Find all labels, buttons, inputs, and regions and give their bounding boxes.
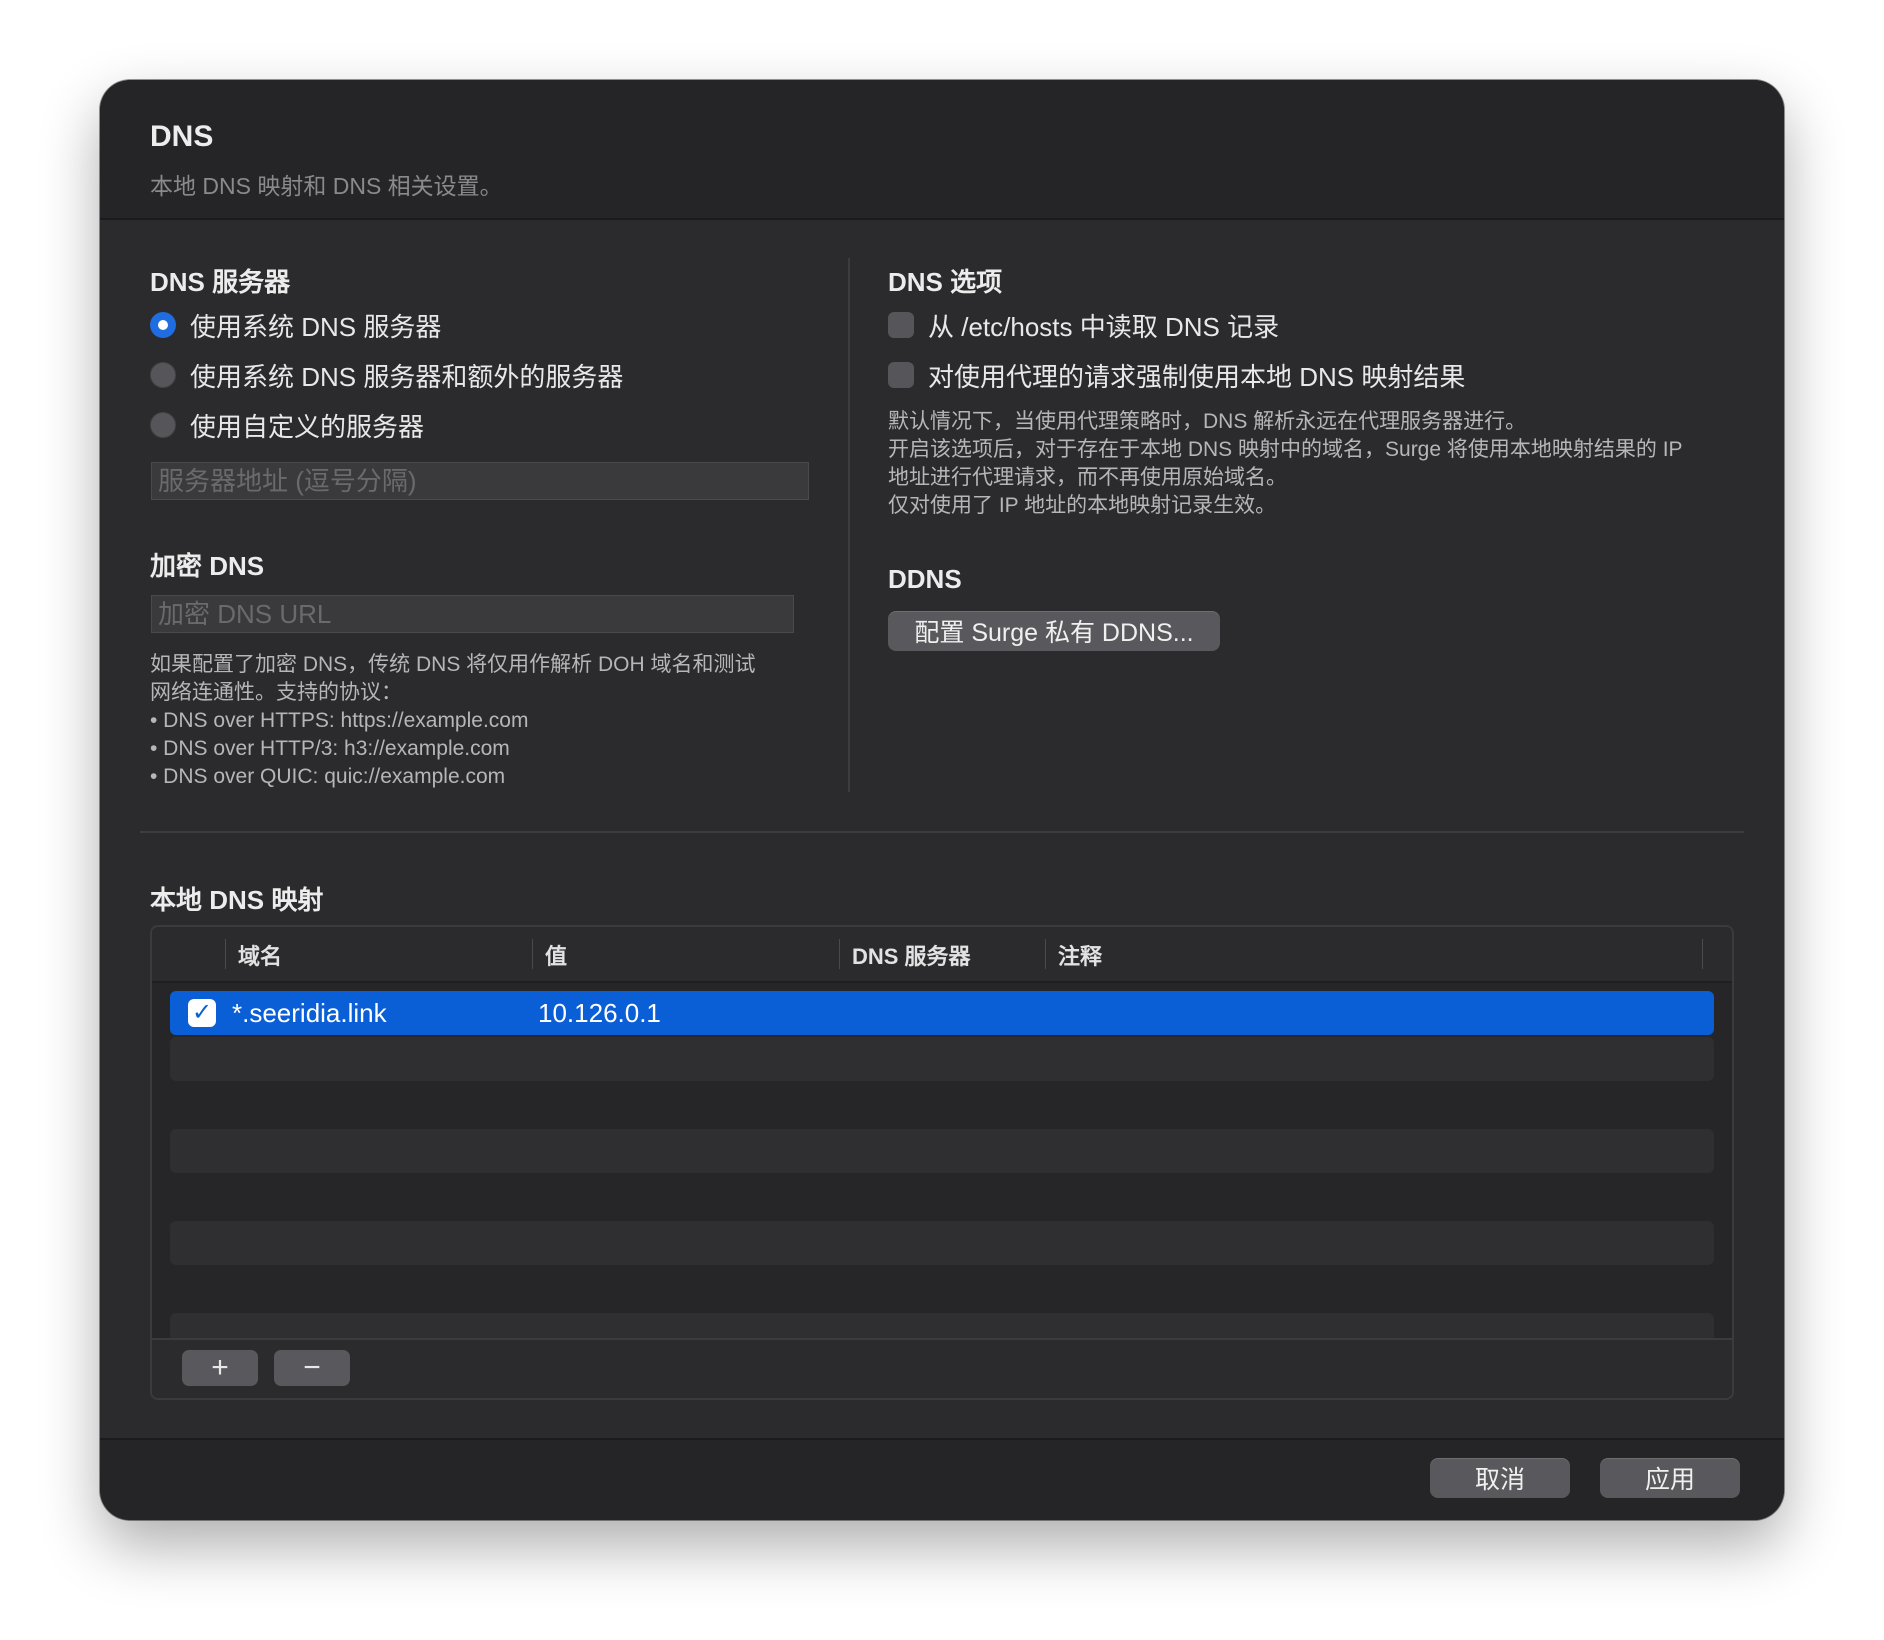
help-line: • DNS over QUIC: quic://example.com — [150, 765, 506, 788]
dialog-title: DNS — [150, 120, 214, 153]
encrypted-dns-url-input[interactable] — [151, 595, 794, 633]
help-line: 开启该选项后，对于存在于本地 DNS 映射中的域名，Surge 将使用本地映射结… — [888, 438, 1683, 461]
empty-row — [170, 1129, 1714, 1173]
apply-button[interactable]: 应用 — [1600, 1458, 1740, 1498]
checkbox[interactable] — [888, 312, 914, 338]
ddns-title: DDNS — [888, 564, 962, 594]
help-line: 地址进行代理请求，而不再使用原始域名。 — [888, 466, 1287, 489]
checkbox-read-etc-hosts[interactable]: 从 /etc/hosts 中读取 DNS 记录 — [888, 307, 1279, 343]
column-header-domain[interactable]: 域名 — [238, 939, 282, 971]
radio-label: 使用系统 DNS 服务器 — [190, 311, 442, 342]
dialog-header: DNS 本地 DNS 映射和 DNS 相关设置。 — [100, 80, 1784, 220]
radio-label: 使用自定义的服务器 — [190, 411, 425, 442]
empty-row — [170, 1221, 1714, 1265]
radio-custom-dns[interactable]: 使用自定义的服务器 — [150, 407, 424, 443]
cell-value: 10.126.0.1 — [538, 998, 661, 1028]
dns-options-help: 默认情况下，当使用代理策略时，DNS 解析永远在代理服务器进行。 开启该选项后，… — [888, 408, 1683, 520]
checkbox-label: 从 /etc/hosts 中读取 DNS 记录 — [928, 311, 1280, 342]
dns-settings-dialog: DNS 本地 DNS 映射和 DNS 相关设置。 DNS 服务器 使用系统 DN… — [100, 80, 1784, 1520]
checkbox-label: 对使用代理的请求强制使用本地 DNS 映射结果 — [928, 361, 1466, 392]
cancel-button[interactable]: 取消 — [1430, 1458, 1570, 1498]
dialog-subtitle: 本地 DNS 映射和 DNS 相关设置。 — [150, 173, 503, 199]
radio-system-dns[interactable]: 使用系统 DNS 服务器 — [150, 307, 441, 343]
checkmark-icon[interactable]: ✓ — [188, 999, 216, 1027]
column-separator — [532, 939, 533, 969]
configure-ddns-button[interactable]: 配置 Surge 私有 DDNS... — [888, 611, 1220, 651]
column-separator — [839, 939, 840, 969]
radio-button[interactable] — [150, 412, 176, 438]
add-mapping-button[interactable]: + — [182, 1350, 258, 1386]
column-header-value[interactable]: 值 — [545, 939, 567, 971]
help-line: 如果配置了加密 DNS，传统 DNS 将仅用作解析 DOH 域名和测试 — [150, 653, 756, 676]
column-separator — [1702, 939, 1703, 969]
radio-button[interactable] — [150, 362, 176, 388]
checkbox-force-local-mapping[interactable]: 对使用代理的请求强制使用本地 DNS 映射结果 — [888, 357, 1465, 393]
table-header: 域名 值 DNS 服务器 注释 — [152, 927, 1732, 983]
radio-system-plus-extra-dns[interactable]: 使用系统 DNS 服务器和额外的服务器 — [150, 357, 623, 393]
checkbox[interactable] — [888, 362, 914, 388]
table-footer: + − — [152, 1338, 1732, 1398]
encrypted-dns-title: 加密 DNS — [150, 551, 265, 581]
column-divider — [848, 258, 850, 792]
section-divider — [140, 831, 1744, 833]
dns-servers-title: DNS 服务器 — [150, 267, 291, 297]
help-line: 网络连通性。支持的协议： — [150, 681, 402, 704]
column-separator — [1045, 939, 1046, 969]
help-line: • DNS over HTTP/3: h3://example.com — [150, 737, 510, 760]
radio-button-selected[interactable] — [150, 312, 176, 338]
empty-row — [170, 1037, 1714, 1081]
column-header-comment[interactable]: 注释 — [1058, 939, 1102, 971]
dialog-footer: 取消 应用 — [100, 1438, 1784, 1520]
server-address-input[interactable] — [151, 462, 809, 500]
cell-domain: *.seeridia.link — [232, 998, 387, 1028]
column-separator — [225, 939, 226, 969]
local-dns-mapping-title: 本地 DNS 映射 — [150, 885, 324, 915]
column-header-dns-server[interactable]: DNS 服务器 — [852, 939, 971, 971]
table-row[interactable]: ✓ *.seeridia.link 10.126.0.1 — [170, 991, 1714, 1035]
remove-mapping-button[interactable]: − — [274, 1350, 350, 1386]
dns-mapping-table: 域名 值 DNS 服务器 注释 ✓ *.seeridia.link 10.126… — [150, 925, 1734, 1400]
help-line: • DNS over HTTPS: https://example.com — [150, 709, 529, 732]
dns-options-title: DNS 选项 — [888, 267, 1003, 297]
radio-label: 使用系统 DNS 服务器和额外的服务器 — [190, 361, 624, 392]
help-line: 仅对使用了 IP 地址的本地映射记录生效。 — [888, 494, 1277, 517]
help-line: 默认情况下，当使用代理策略时，DNS 解析永远在代理服务器进行。 — [888, 410, 1527, 433]
encrypted-dns-help: 如果配置了加密 DNS，传统 DNS 将仅用作解析 DOH 域名和测试 网络连通… — [150, 651, 756, 791]
